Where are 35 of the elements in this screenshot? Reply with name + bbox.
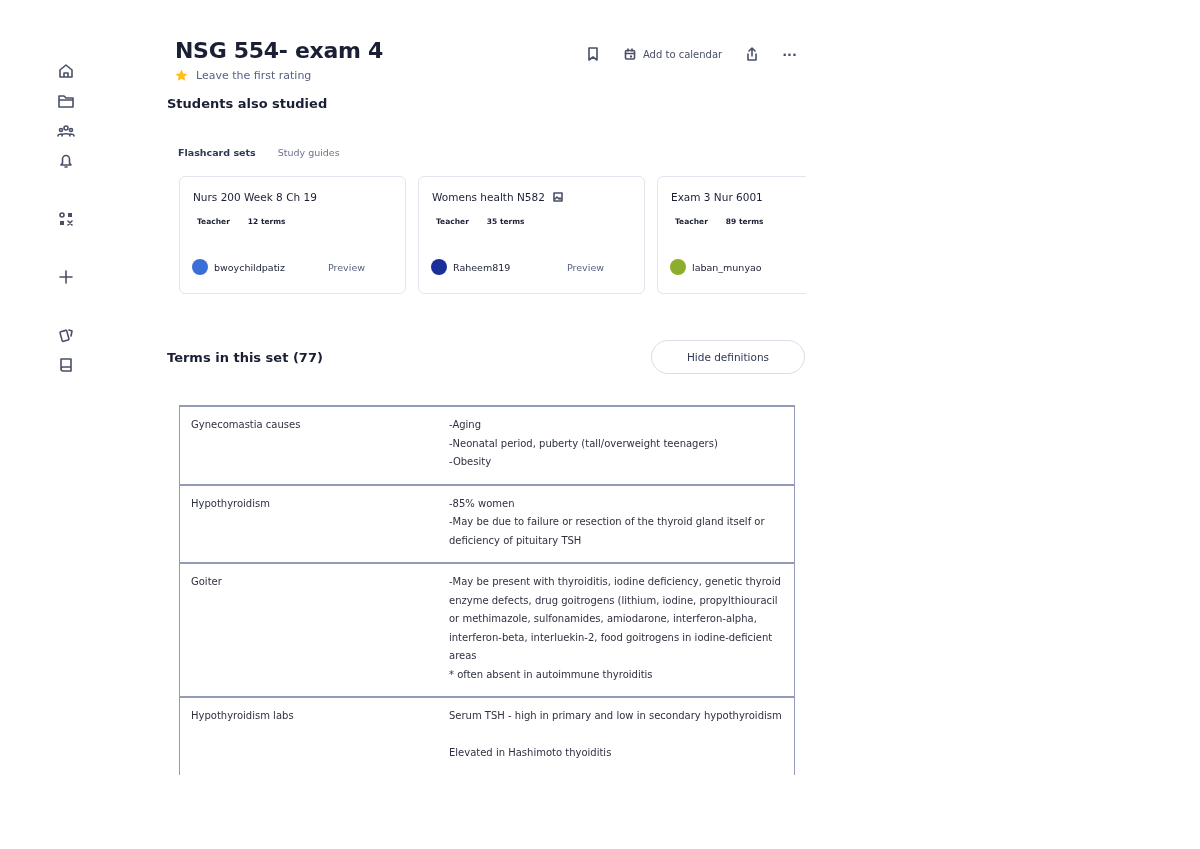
definition-cell: -Aging -Neonatal period, puberty (tall/overweight teenagers) -Obesity [438, 406, 795, 485]
plus-icon[interactable] [57, 268, 75, 286]
author-name[interactable]: laban_munyao [692, 261, 762, 273]
definition-cell: -85% women -May be due to failure or resection of the thyroid gland itself or deficiency of pituitary TSH [438, 484, 795, 563]
term-cell: Hypothyroidism [179, 484, 438, 563]
book-icon[interactable] [57, 356, 75, 374]
set-title: NSG 554- exam 4 [175, 38, 384, 63]
rating-prompt[interactable]: Leave the first rating [196, 69, 312, 82]
author-name[interactable]: bwoychildpatiz [214, 261, 285, 273]
author-name[interactable]: Raheem819 [453, 261, 511, 273]
term-cell: Hypothyroidism labs [179, 697, 438, 775]
apps-icon[interactable] [57, 210, 75, 228]
term-cell: Goiter [179, 563, 438, 697]
cards-icon[interactable] [57, 326, 75, 344]
hide-definitions-button[interactable]: Hide definitions [651, 340, 805, 374]
term-cell: Gynecomastia causes [179, 406, 438, 485]
section-heading: Terms in this set (77) [167, 349, 323, 365]
preview-button[interactable]: Preview [328, 261, 365, 273]
card-title: Exam 3 Nur 6001 [671, 191, 763, 203]
more-button[interactable]: ··· [782, 46, 797, 62]
card-title: Womens health N582 [432, 191, 545, 203]
preview-button[interactable]: Preview [567, 261, 604, 273]
home-icon[interactable] [57, 62, 75, 80]
calendar-icon [622, 47, 637, 61]
tab[interactable]: Flashcard sets [178, 147, 256, 158]
folder-icon[interactable] [57, 92, 75, 110]
people-icon[interactable] [57, 122, 75, 140]
definition-cell: Serum TSH - high in primary and low in secondary hypothyroidism Elevated in Hashimoto thyoiditis [438, 697, 795, 775]
calendar-button[interactable]: Add to calendar [622, 47, 723, 61]
section-heading: Students also studied [167, 96, 329, 111]
tab[interactable]: Study guides [277, 147, 340, 158]
card-title: Nurs 200 Week 8 Ch 19 [193, 191, 317, 203]
definition-cell: -May be present with thyroiditis, iodine deficiency, genetic thyroid enzyme defects, drug goitrogens (lithium, iodine, propylthiouracil or methimazole, sulfonamides, amiodarone, interferon-alpha, interferon-beta, interluekin-2, food goitrogens in iodine-deficient areas * often absent in autoimmune thyroiditis [438, 563, 795, 697]
star-icon[interactable] [175, 69, 188, 82]
bell-icon[interactable] [57, 152, 75, 170]
